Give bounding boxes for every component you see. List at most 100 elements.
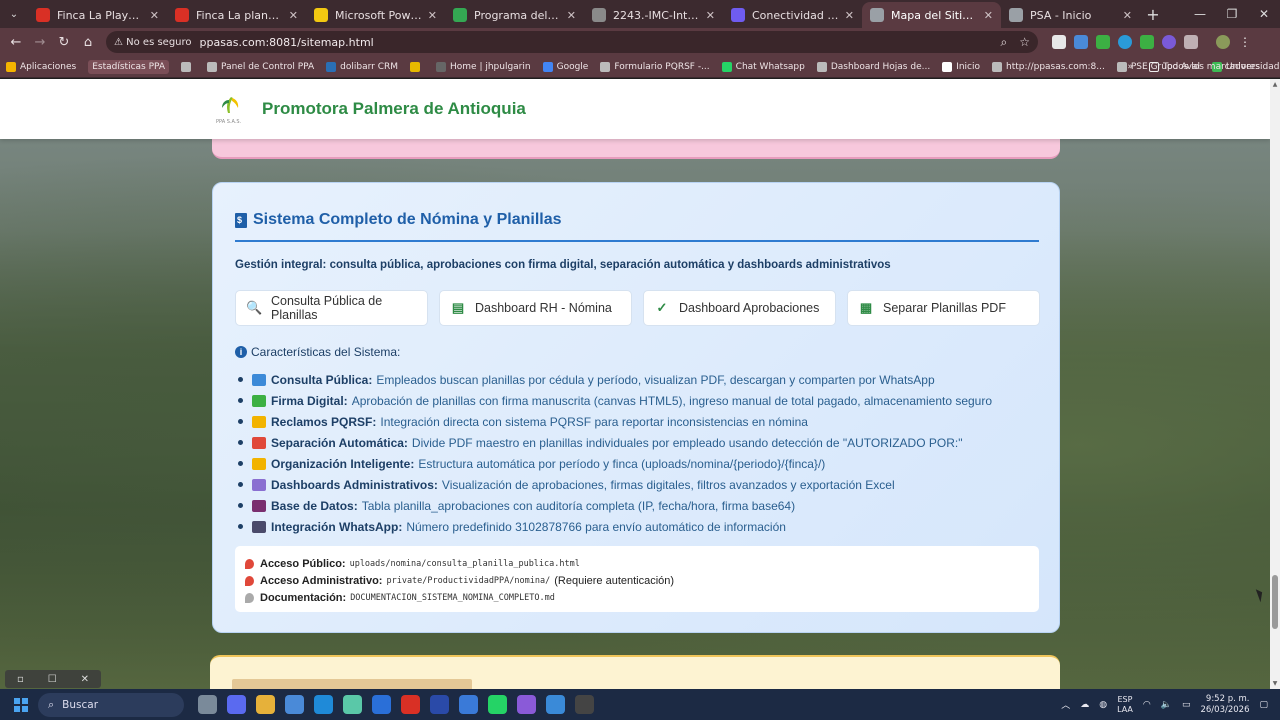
volume-icon[interactable]: 🔈	[1161, 700, 1172, 710]
taskbar-app-icon[interactable]	[517, 695, 536, 714]
browser-menu-icon[interactable]: ⋮	[1238, 35, 1252, 49]
forward-arrow-icon[interactable]: →	[28, 35, 52, 50]
windows-start-icon[interactable]	[14, 697, 28, 712]
browser-tab[interactable]: Programa del curso para l ✕	[445, 2, 584, 28]
reload-icon[interactable]: ↻	[52, 35, 76, 50]
bookmark-item[interactable]: Formulario PQRSF -...	[600, 61, 710, 72]
mini-close-icon[interactable]: ✕	[81, 674, 89, 685]
bookmark-item[interactable]	[181, 61, 195, 72]
browser-tab[interactable]: Microsoft Power BI ✕	[306, 2, 445, 28]
taskbar-app-icon[interactable]	[401, 695, 420, 714]
scroll-up-arrow-icon[interactable]: ▲	[1270, 81, 1280, 88]
new-tab-plus-icon[interactable]: +	[1140, 5, 1166, 24]
profile-avatar[interactable]	[1216, 35, 1230, 49]
browser-tab[interactable]: Finca La plana - Google M ✕	[167, 2, 306, 28]
taskbar-app-icon[interactable]	[256, 695, 275, 714]
mini-restore-icon[interactable]: ▫	[17, 674, 24, 685]
wifi-icon[interactable]: ◠	[1143, 700, 1151, 710]
taskbar-search[interactable]: ⌕ Buscar	[38, 692, 184, 717]
restore-icon[interactable]: ❐	[1216, 0, 1248, 28]
taskbar-app-icon[interactable]	[314, 695, 333, 714]
battery-icon[interactable]: ▭	[1182, 700, 1191, 710]
close-tab-icon[interactable]: ✕	[984, 9, 993, 22]
close-tab-icon[interactable]: ✕	[428, 9, 437, 22]
extension-icon-5[interactable]	[1140, 35, 1154, 49]
zoom-search-icon[interactable]: ⌕	[1001, 35, 1008, 50]
close-tab-icon[interactable]: ✕	[1123, 9, 1132, 22]
bookmark-item[interactable]: dolibarr CRM	[326, 61, 398, 72]
close-tab-icon[interactable]: ✕	[845, 9, 854, 22]
public-payroll-lookup-button[interactable]: 🔍 Consulta Pública de Planillas	[235, 290, 428, 326]
bookmark-item[interactable]: Estadísticas PPA	[88, 59, 170, 74]
address-bar[interactable]: ⚠ No es seguro ppasas.com:8081/sitemap.h…	[106, 31, 1038, 53]
taskbar-app-icon[interactable]	[198, 695, 217, 714]
all-bookmarks-label: Todos los marcadores	[1163, 62, 1260, 72]
access-path[interactable]: uploads/nomina/consulta_planilla_publica…	[350, 559, 580, 569]
close-tab-icon[interactable]: ✕	[150, 9, 159, 22]
taskbar-app-icon[interactable]	[285, 695, 304, 714]
bookmark-item[interactable]: Aplicaciones	[6, 61, 76, 72]
close-tab-icon[interactable]: ✕	[706, 9, 715, 22]
extension-icon-4[interactable]	[1118, 35, 1132, 49]
bookmarks-overflow-chevron-icon[interactable]: »	[1127, 62, 1133, 72]
tab-search-chevron-icon[interactable]: ⌄	[0, 0, 28, 28]
extension-icon-2[interactable]	[1074, 35, 1088, 49]
approvals-dashboard-button[interactable]: ✓ Dashboard Aprobaciones	[643, 290, 836, 326]
bookmark-item[interactable]: Dashboard Hojas de...	[816, 61, 931, 72]
all-bookmarks-button[interactable]: Todos los marcadores	[1149, 62, 1260, 72]
mini-maximize-icon[interactable]: ☐	[48, 674, 57, 685]
tray-chevron-icon[interactable]: ︿	[1061, 698, 1070, 711]
home-icon[interactable]: ⌂	[76, 35, 100, 50]
bookmark-item[interactable]: http://ppasas.com:8...	[992, 61, 1105, 72]
browser-tab[interactable]: 2243.-IMC-Intereses-Mar ✕	[584, 2, 723, 28]
language-indicator[interactable]: ESP LAA	[1117, 695, 1133, 715]
scroll-down-arrow-icon[interactable]: ▼	[1270, 680, 1280, 687]
scroll-thumb[interactable]	[1272, 575, 1278, 629]
taskbar-app-icon[interactable]	[227, 695, 246, 714]
extension-icon-3[interactable]	[1096, 35, 1110, 49]
taskbar-app-icon[interactable]	[488, 695, 507, 714]
notifications-icon[interactable]: ▢	[1259, 700, 1268, 710]
bookmark-item[interactable]: Google	[542, 61, 588, 72]
hr-payroll-dashboard-button[interactable]: ▤ Dashboard RH - Nómina	[439, 290, 632, 326]
url-text[interactable]: ppasas.com:8081/sitemap.html	[200, 36, 989, 49]
bookmark-label: Dashboard Hojas de...	[830, 61, 931, 72]
feature-name: Consulta Pública:	[271, 372, 373, 387]
close-tab-icon[interactable]: ✕	[567, 9, 576, 22]
back-arrow-icon[interactable]: ←	[4, 35, 28, 50]
extensions-area: ⋮	[1052, 35, 1252, 49]
taskbar-app-icon[interactable]	[575, 695, 594, 714]
clock[interactable]: 9:52 p. m. 26/03/2026	[1200, 694, 1249, 716]
access-row: Acceso Administrativo: private/Productivi…	[245, 572, 1029, 589]
extension-icon-1[interactable]	[1052, 35, 1066, 49]
page-scrollbar[interactable]: ▲ ▼	[1270, 79, 1280, 689]
minimize-icon[interactable]: —	[1184, 0, 1216, 28]
bookmark-item[interactable]: Chat Whatsapp	[721, 61, 805, 72]
bookmark-item[interactable]: Inicio	[942, 61, 980, 72]
logo-text: PPA S.A.S.	[216, 119, 242, 125]
access-path[interactable]: DOCUMENTACION_SISTEMA_NOMINA_COMPLETO.md	[350, 593, 555, 603]
browser-tab[interactable]: Finca La Playa - Google M ✕	[28, 2, 167, 28]
palm-logo-icon[interactable]: PPA S.A.S.	[214, 93, 248, 125]
browser-tab[interactable]: Mapa del Sitio - Promoto ✕	[862, 2, 1001, 28]
bookmark-star-icon[interactable]: ☆	[1019, 35, 1030, 49]
access-path[interactable]: private/ProductividadPPA/nomina/	[386, 576, 550, 586]
tray-cloud-icon[interactable]: ☁	[1080, 700, 1089, 710]
bookmark-item[interactable]: Home | jhpulgarin	[436, 61, 531, 72]
close-window-icon[interactable]: ✕	[1248, 0, 1280, 28]
taskbar-app-icon[interactable]	[459, 695, 478, 714]
tray-network-icon[interactable]: ◍	[1099, 700, 1107, 710]
not-secure-warning-icon[interactable]: ⚠ No es seguro	[114, 37, 192, 48]
browser-tab[interactable]: Conectividad marítima e ✕	[723, 2, 862, 28]
close-tab-icon[interactable]: ✕	[289, 9, 298, 22]
taskbar-app-icon[interactable]	[546, 695, 565, 714]
taskbar-app-icon[interactable]	[430, 695, 449, 714]
extension-icon-6[interactable]	[1162, 35, 1176, 49]
bookmark-item[interactable]: Panel de Control PPA	[207, 61, 314, 72]
split-pdf-button[interactable]: ▦ Separar Planillas PDF	[847, 290, 1040, 326]
taskbar-app-icon[interactable]	[343, 695, 362, 714]
browser-tab[interactable]: PSA - Inicio ✕	[1001, 2, 1140, 28]
taskbar-app-icon[interactable]	[372, 695, 391, 714]
extensions-puzzle-icon[interactable]	[1184, 35, 1198, 49]
bookmark-item[interactable]	[410, 61, 424, 72]
